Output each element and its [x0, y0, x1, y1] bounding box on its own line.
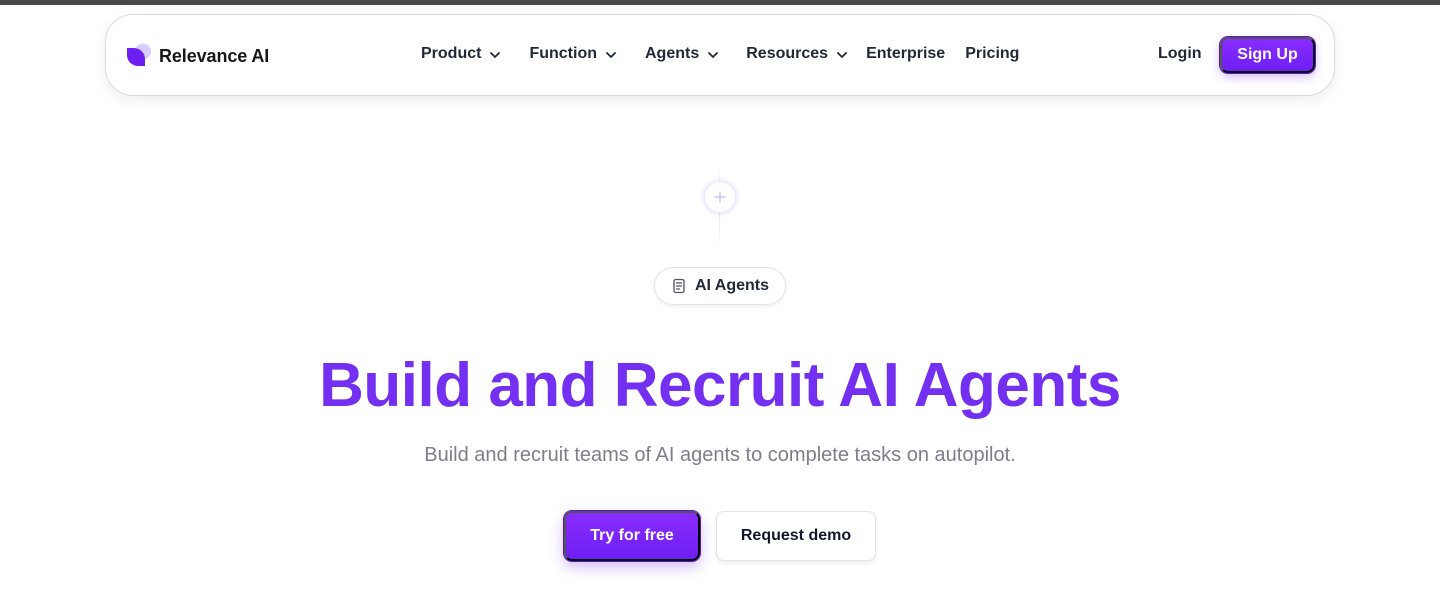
nav-item-label: Resources — [746, 45, 829, 62]
hero-title: Build and Recruit AI Agents — [319, 351, 1121, 420]
nav-item-label: Pricing — [965, 45, 1020, 62]
try-for-free-button[interactable]: Try for free — [564, 511, 700, 561]
nav-item-product[interactable]: Product — [421, 45, 501, 63]
chevron-down-icon — [489, 48, 501, 60]
nav-item-enterprise[interactable]: Enterprise — [866, 45, 945, 63]
request-demo-button[interactable]: Request demo — [716, 511, 876, 561]
navbar: Relevance AI Product Function Agents Res… — [105, 14, 1335, 96]
relevance-logo-icon — [126, 43, 152, 69]
nav-item-function[interactable]: Function — [529, 45, 617, 63]
login-link[interactable]: Login — [1158, 45, 1202, 63]
nav-item-label: Product — [421, 45, 482, 62]
nav-item-resources[interactable]: Resources — [746, 45, 848, 63]
plus-icon — [704, 181, 736, 213]
nav-item-pricing[interactable]: Pricing — [965, 45, 1019, 63]
chevron-down-icon — [605, 48, 617, 60]
ai-agents-badge: AI Agents — [654, 267, 786, 305]
badge-label: AI Agents — [694, 277, 770, 294]
hero-subtitle: Build and recruit teams of AI agents to … — [424, 444, 1016, 466]
chevron-down-icon — [836, 48, 848, 60]
main-menu: Product Function Agents Resources Enterp… — [421, 45, 1019, 63]
document-icon — [671, 278, 687, 294]
chevron-down-icon — [707, 48, 719, 60]
browser-top-border — [0, 0, 1440, 5]
nav-item-label: Enterprise — [866, 45, 946, 62]
brand-logo[interactable]: Relevance AI — [126, 43, 269, 69]
sign-up-button[interactable]: Sign Up — [1220, 37, 1315, 73]
nav-item-label: Function — [529, 45, 597, 62]
nav-item-label: Agents — [645, 45, 700, 62]
brand-name: Relevance AI — [159, 45, 270, 66]
nav-item-agents[interactable]: Agents — [645, 45, 719, 63]
